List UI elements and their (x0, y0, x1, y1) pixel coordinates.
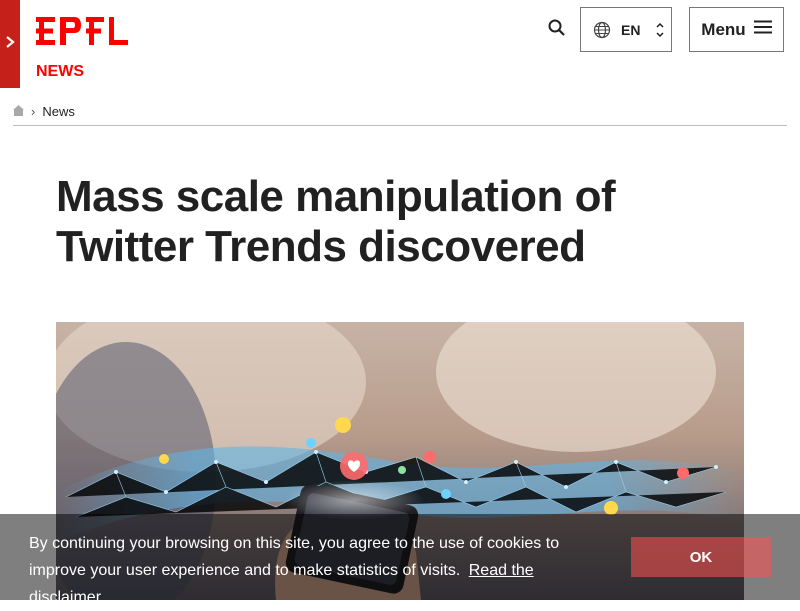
section-label[interactable]: NEWS (36, 63, 84, 81)
menu-button[interactable]: Menu (689, 7, 784, 52)
breadcrumb-item-news[interactable]: News (42, 104, 75, 119)
cookie-ok-button[interactable]: OK (631, 537, 771, 577)
breadcrumb-separator: › (31, 104, 36, 119)
breadcrumb: › News (13, 104, 75, 119)
globe-icon (593, 21, 611, 39)
home-icon[interactable] (13, 104, 24, 119)
chevron-right-icon (5, 35, 15, 53)
sidebar-toggle-button[interactable] (0, 0, 20, 88)
search-icon (548, 19, 565, 41)
epfl-logo[interactable] (36, 17, 128, 45)
breadcrumb-divider (13, 125, 787, 126)
search-button[interactable] (543, 17, 569, 43)
menu-button-label: Menu (701, 19, 746, 39)
hamburger-icon (753, 20, 772, 39)
language-select[interactable]: EN (580, 7, 672, 52)
epfl-logo-mark (36, 17, 128, 45)
cookie-banner-text-wrap: By continuing your browsing on this site… (29, 530, 589, 611)
cookie-banner: By continuing your browsing on this site… (0, 514, 800, 606)
select-arrows-icon (656, 21, 664, 44)
article-title: Mass scale manipulation of Twitter Trend… (56, 172, 616, 271)
language-current: EN (621, 21, 641, 38)
